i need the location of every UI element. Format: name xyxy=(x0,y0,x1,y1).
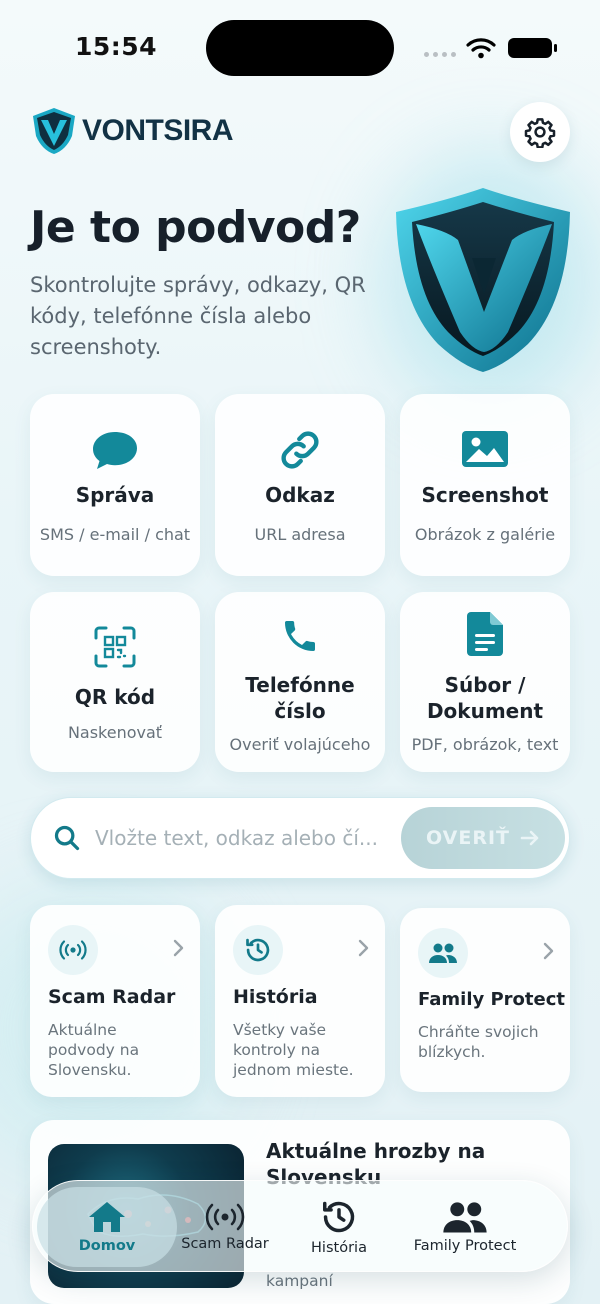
check-search-bar: Vložte text, odkaz alebo čí... OVERIŤ xyxy=(30,797,570,879)
tab-label: Scam Radar xyxy=(181,1236,269,1252)
wifi-icon xyxy=(466,38,496,59)
check-phone-tile[interactable]: Telefónne číslo Overiť volajúceho xyxy=(215,592,385,772)
tile-subtitle: SMS / e-mail / chat xyxy=(39,525,191,544)
tab-label: Family Protect xyxy=(413,1238,517,1254)
hero-shield-icon xyxy=(396,188,570,372)
family-icon xyxy=(418,928,468,978)
radar-icon xyxy=(205,1203,245,1231)
radar-icon xyxy=(48,925,98,975)
tile-title: Screenshot xyxy=(421,483,549,507)
status-bar: 15:54 xyxy=(0,0,600,96)
tab-family-protect[interactable]: Family Protect xyxy=(405,1181,525,1273)
app-name: VONTSIRA xyxy=(82,114,234,147)
card-description: Aktuálne podvody na Slovensku. xyxy=(48,1021,140,1079)
verify-button-label: OVERIŤ xyxy=(426,827,510,849)
family-icon xyxy=(443,1202,487,1233)
card-title: História xyxy=(233,986,318,1008)
check-document-tile[interactable]: Súbor / Dokument PDF, obrázok, text xyxy=(400,592,570,772)
page-title: Je to podvod? xyxy=(30,202,361,253)
tile-subtitle: URL adresa xyxy=(254,525,346,544)
tile-subtitle: Obrázok z galérie xyxy=(414,525,556,544)
signal-icon xyxy=(424,52,456,57)
card-title: Scam Radar xyxy=(48,986,176,1008)
settings-button[interactable] xyxy=(510,102,570,162)
status-time: 15:54 xyxy=(75,32,158,61)
search-input[interactable]: Vložte text, odkaz alebo čí... xyxy=(95,826,385,850)
chevron-right-icon xyxy=(358,939,369,957)
family-protect-card[interactable]: Family Protect Chráňte svojich blízkych. xyxy=(400,908,570,1092)
tile-subtitle: PDF, obrázok, text xyxy=(411,735,559,754)
check-message-tile[interactable]: Správa SMS / e-mail / chat xyxy=(30,394,200,576)
tile-subtitle: Naskenovať xyxy=(67,723,163,742)
tile-subtitle: Overiť volajúceho xyxy=(229,735,371,754)
card-description: Všetky vaše kontroly na jednom mieste. xyxy=(233,1021,354,1079)
dynamic-island xyxy=(206,20,394,76)
app-logo: VONTSIRA xyxy=(30,106,234,156)
tile-title: Správa xyxy=(75,483,155,507)
card-description: Chráňte svojich blízkych. xyxy=(418,1023,539,1061)
image-icon xyxy=(400,430,570,468)
check-qr-tile[interactable]: QR kód Naskenovať xyxy=(30,592,200,772)
tab-history[interactable]: História xyxy=(299,1181,379,1273)
tab-label: História xyxy=(311,1240,367,1256)
gear-icon xyxy=(524,118,556,148)
check-link-tile[interactable]: Odkaz URL adresa xyxy=(215,394,385,576)
bottom-tab-bar: Domov Scam Radar História Family Protect xyxy=(32,1180,568,1272)
logo-shield-icon xyxy=(33,108,75,154)
home-icon xyxy=(89,1202,125,1232)
history-icon xyxy=(233,925,283,975)
tile-title: Odkaz xyxy=(265,483,335,507)
scam-radar-card[interactable]: Scam Radar Aktuálne podvody na Slovensku… xyxy=(30,905,200,1097)
history-card[interactable]: História Všetky vaše kontroly na jednom … xyxy=(215,905,385,1097)
tile-title: QR kód xyxy=(74,685,156,709)
chat-bubble-icon xyxy=(30,430,200,470)
verify-button[interactable]: OVERIŤ xyxy=(401,807,565,869)
tile-title: Súbor / Dokument xyxy=(426,673,544,723)
link-icon xyxy=(215,428,385,472)
news-description: kampaní xyxy=(266,1272,333,1290)
tab-label: Domov xyxy=(78,1238,136,1254)
page-subtitle: Skontrolujte správy, odkazy, QR kódy, te… xyxy=(30,273,366,359)
arrow-right-icon xyxy=(520,830,539,846)
chevron-right-icon xyxy=(543,942,554,960)
document-icon xyxy=(400,612,570,656)
card-title: Family Protect xyxy=(418,989,566,1010)
battery-icon xyxy=(508,38,557,58)
tile-title: Telefónne číslo xyxy=(245,673,355,723)
tab-home[interactable]: Domov xyxy=(37,1187,177,1267)
check-screenshot-tile[interactable]: Screenshot Obrázok z galérie xyxy=(400,394,570,576)
chevron-right-icon xyxy=(173,939,184,957)
qr-code-icon xyxy=(30,626,200,668)
phone-icon xyxy=(215,616,385,656)
history-icon xyxy=(323,1201,355,1233)
tab-scam-radar[interactable]: Scam Radar xyxy=(179,1181,271,1273)
search-icon xyxy=(54,825,80,851)
